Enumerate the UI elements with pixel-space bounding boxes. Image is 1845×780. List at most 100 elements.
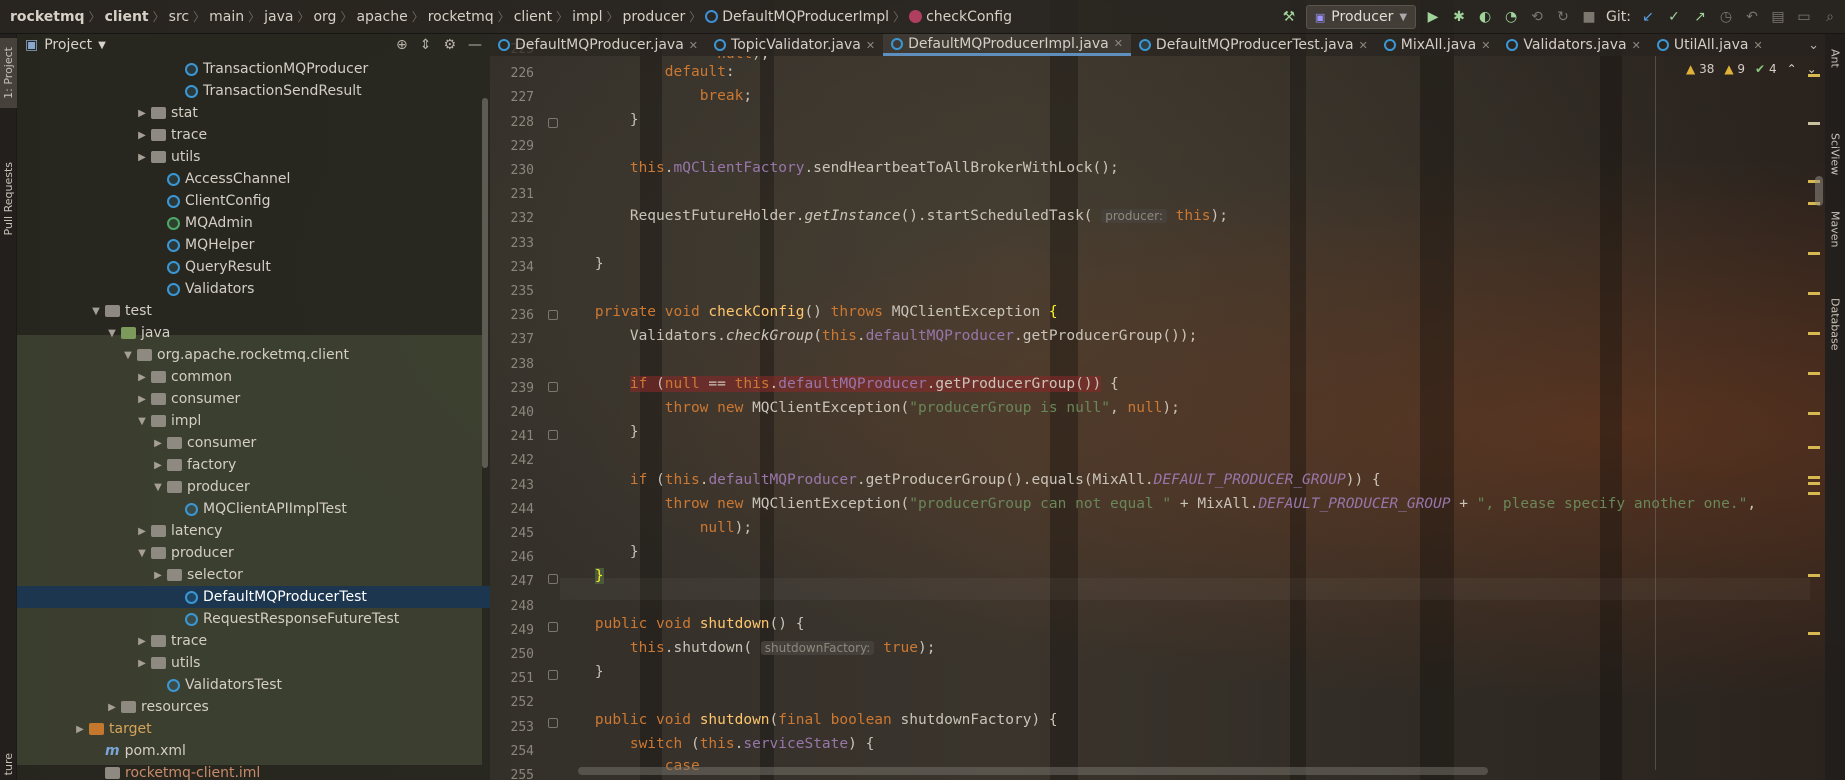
coverage-icon[interactable]: ◐ [1476, 8, 1494, 26]
tree-item[interactable]: ▶ trace [17, 630, 490, 652]
tree-item[interactable]: ▶ latency [17, 520, 490, 542]
close-icon[interactable]: ✕ [1632, 39, 1641, 52]
breadcrumb-item[interactable]: producer [618, 9, 689, 25]
breadcrumb-item-method[interactable]: checkConfig [905, 9, 1016, 25]
profile-icon[interactable]: ◔ [1502, 8, 1520, 26]
breadcrumb-item[interactable]: client [510, 9, 556, 25]
chevron-right-icon[interactable]: ▶ [135, 130, 149, 141]
chevron-right-icon[interactable]: ▶ [151, 570, 165, 581]
editor-tab-active[interactable]: DefaultMQProducerImpl.java ✕ [883, 34, 1131, 56]
fold-icon[interactable] [548, 622, 558, 632]
rerun-icon[interactable]: ↻ [1554, 8, 1572, 26]
tree-item[interactable]: ClientConfig [17, 190, 490, 212]
chevron-right-icon[interactable]: ▶ [135, 152, 149, 163]
chevron-up-icon[interactable]: ⌃ [1787, 62, 1797, 76]
inspection-widget[interactable]: ▲ 38 ▲ 9 ✔ 4 ⌃ ⌄ [1686, 62, 1817, 76]
chevron-down-icon[interactable]: ▼ [105, 328, 119, 339]
sciview-tool-tab[interactable]: SciView [1825, 114, 1845, 194]
tree-item-selected[interactable]: DefaultMQProducerTest [17, 586, 490, 608]
chevron-right-icon[interactable]: ▶ [151, 460, 165, 471]
chevron-down-icon[interactable]: ▼ [98, 40, 106, 51]
breadcrumb-item[interactable]: client [101, 9, 153, 25]
tree-item[interactable]: ▼ producer [17, 476, 490, 498]
chevron-right-icon[interactable]: ▶ [73, 724, 87, 735]
gear-icon[interactable]: ⚙ [443, 37, 456, 53]
git-commit-icon[interactable]: ✓ [1665, 8, 1683, 26]
tree-item[interactable]: ▼ impl [17, 410, 490, 432]
stop-icon[interactable]: ■ [1580, 8, 1598, 26]
fold-icon[interactable] [548, 430, 558, 440]
scrollbar[interactable] [1815, 176, 1823, 206]
debug-icon[interactable]: ✱ [1450, 8, 1468, 26]
presentation-icon[interactable]: ▭ [1795, 8, 1813, 26]
collapse-all-icon[interactable]: ⇕ [420, 37, 432, 53]
maven-tool-tab[interactable]: Maven [1825, 194, 1845, 264]
project-structure-icon[interactable]: ▤ [1769, 8, 1787, 26]
breadcrumb-item[interactable]: rocketmq [424, 9, 498, 25]
fold-icon[interactable] [548, 670, 558, 680]
tree-item[interactable]: ▶ consumer [17, 388, 490, 410]
chevron-down-icon[interactable]: ▼ [121, 350, 135, 361]
tree-item[interactable]: m pom.xml [17, 740, 490, 762]
tree-item[interactable]: TransactionMQProducer [17, 58, 490, 80]
tree-item[interactable]: AccessChannel [17, 168, 490, 190]
fold-icon[interactable] [548, 718, 558, 728]
tree-item[interactable]: ▼ test [17, 300, 490, 322]
breadcrumb-item[interactable]: src [165, 9, 193, 25]
attach-debugger-icon[interactable]: ⟲ [1528, 8, 1546, 26]
chevron-down-icon[interactable]: ⌄ [1802, 34, 1825, 56]
tree-item[interactable]: ▶ resources [17, 696, 490, 718]
tree-item[interactable]: ▶ target [17, 718, 490, 740]
tree-item[interactable]: ▶ utils [17, 146, 490, 168]
fold-icon[interactable] [548, 574, 558, 584]
tree-item[interactable]: ▶ trace [17, 124, 490, 146]
tree-item[interactable]: ▶ common [17, 366, 490, 388]
editor-tab[interactable]: TopicValidator.java ✕ [706, 34, 883, 56]
tree-item[interactable]: ▶ utils [17, 652, 490, 674]
close-icon[interactable]: ✕ [1753, 39, 1762, 52]
tree-item[interactable]: ▶ stat [17, 102, 490, 124]
tree-item[interactable]: MQClientAPIImplTest [17, 498, 490, 520]
project-tool-tab[interactable]: 1: Project [0, 38, 17, 108]
database-tool-tab[interactable]: Database [1825, 279, 1845, 369]
structure-tool-tab[interactable]: ture [0, 750, 17, 778]
chevron-right-icon[interactable]: ▶ [135, 636, 149, 647]
editor-tab[interactable]: Validators.java ✕ [1498, 34, 1648, 56]
rollback-icon[interactable]: ↶ [1743, 8, 1761, 26]
chevron-right-icon[interactable]: ▶ [105, 702, 119, 713]
project-panel-title[interactable]: Project [44, 37, 92, 53]
tree-item[interactable]: RequestResponseFutureTest [17, 608, 490, 630]
chevron-right-icon[interactable]: ▶ [135, 372, 149, 383]
tree-item[interactable]: MQAdmin [17, 212, 490, 234]
editor-tab[interactable]: DefaultMQProducer.java ✕ [490, 34, 706, 56]
run-icon[interactable]: ▶ [1424, 8, 1442, 26]
fold-icon[interactable] [548, 382, 558, 392]
editor-tab[interactable]: UtilAll.java ✕ [1649, 34, 1771, 56]
chevron-down-icon[interactable]: ▼ [151, 482, 165, 493]
horizontal-scrollbar[interactable] [578, 767, 1488, 775]
run-configuration-dropdown[interactable]: ▣ Producer ▼ [1305, 5, 1417, 29]
minimize-icon[interactable]: — [468, 37, 482, 53]
editor-tab[interactable]: DefaultMQProducerTest.java ✕ [1131, 34, 1376, 56]
git-push-icon[interactable]: ↗ [1691, 8, 1709, 26]
close-icon[interactable]: ✕ [866, 39, 875, 52]
breadcrumb-item[interactable]: main [205, 9, 248, 25]
locate-icon[interactable]: ⊕ [396, 37, 408, 53]
tree-item[interactable]: Validators [17, 278, 490, 300]
tree-item[interactable]: ▶ consumer [17, 432, 490, 454]
fold-icon[interactable] [548, 310, 558, 320]
git-update-icon[interactable]: ↙ [1639, 8, 1657, 26]
chevron-right-icon[interactable]: ▶ [135, 526, 149, 537]
breadcrumb-item[interactable]: java [260, 9, 297, 25]
build-hammer-icon[interactable]: ⚒ [1280, 8, 1298, 26]
search-icon[interactable]: ⌕ [1821, 8, 1839, 26]
tree-item[interactable]: QueryResult [17, 256, 490, 278]
tree-item[interactable]: ▶ selector [17, 564, 490, 586]
close-icon[interactable]: ✕ [1481, 39, 1490, 52]
breadcrumb-item[interactable]: rocketmq [6, 9, 89, 25]
chevron-right-icon[interactable]: ▶ [135, 108, 149, 119]
breadcrumb-item[interactable]: impl [568, 9, 606, 25]
code-editor[interactable]: null); default: break; } this.mQClientFa… [560, 56, 1810, 770]
tree-item[interactable]: TransactionSendResult [17, 80, 490, 102]
close-icon[interactable]: ✕ [1359, 39, 1368, 52]
